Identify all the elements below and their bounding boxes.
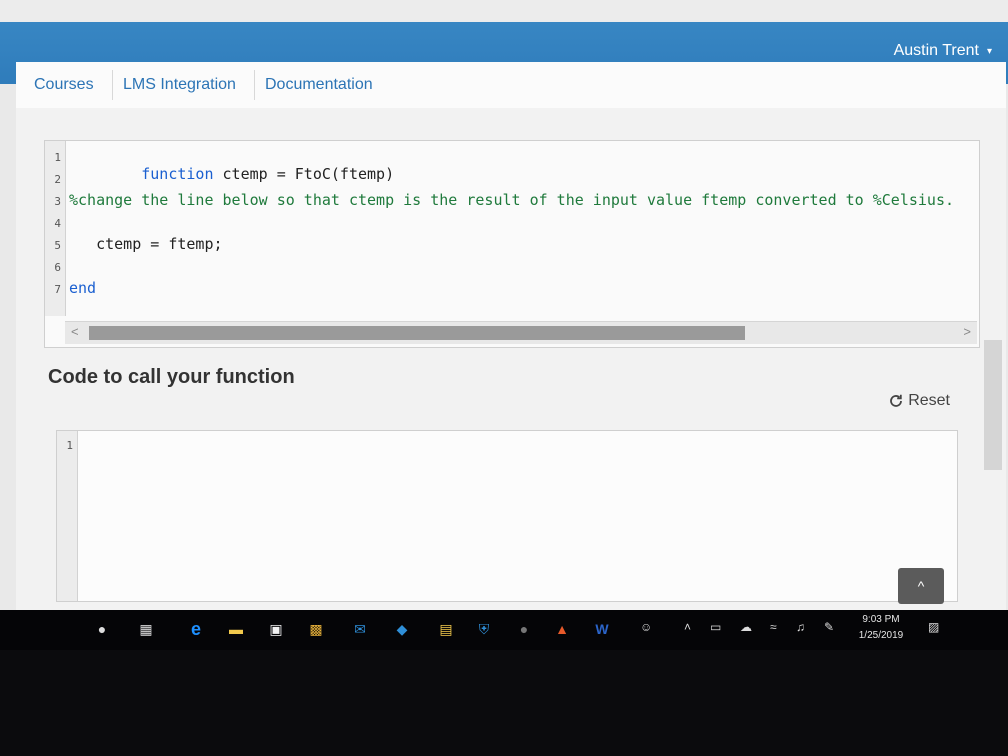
nav-bar: Courses LMS Integration Documentation — [16, 62, 1006, 109]
volume-icon[interactable]: ♫ — [796, 620, 805, 634]
mail-icon[interactable]: ✉ — [350, 620, 370, 638]
microphone-icon[interactable]: ● — [92, 620, 112, 638]
task-view-icon[interactable]: ▦ — [136, 620, 156, 638]
section-title: Code to call your function — [48, 366, 295, 388]
reset-button[interactable]: Reset — [888, 392, 950, 410]
app-icon[interactable]: ◆ — [392, 620, 412, 638]
system-clock[interactable]: 9:03 PM 1/25/2019 — [846, 612, 916, 644]
tab-lms-integration[interactable]: LMS Integration — [112, 70, 246, 100]
main-content: 1 function ctemp = FtoC(ftemp) 2 3 %chan… — [16, 108, 1006, 618]
tab-courses[interactable]: Courses — [24, 70, 104, 100]
user-name: Austin Trent — [893, 42, 979, 59]
monitor-bezel — [0, 650, 1008, 756]
reset-label: Reset — [908, 392, 950, 409]
folder-icon[interactable]: ▩ — [306, 620, 326, 638]
store-icon[interactable]: ▣ — [266, 620, 286, 638]
scroll-to-top-button[interactable]: ^ — [898, 568, 944, 604]
notifications-icon[interactable]: ▨ — [928, 620, 939, 634]
code-line-5[interactable]: ctemp = ftemp; — [69, 235, 222, 253]
chevron-up-icon[interactable]: ˄ — [684, 620, 691, 634]
code-text: ctemp = FtoC(ftemp) — [222, 165, 395, 183]
line-number: 4 — [54, 217, 61, 230]
media-icon[interactable]: ● — [514, 620, 534, 638]
line-number: 6 — [54, 261, 61, 274]
shield-icon[interactable]: ⛨ — [474, 620, 494, 638]
people-icon[interactable]: ☺ — [640, 620, 652, 634]
clock-date: 1/25/2019 — [858, 630, 904, 641]
tab-documentation[interactable]: Documentation — [254, 70, 383, 100]
cloud-icon[interactable]: ☁ — [740, 620, 752, 634]
horizontal-scrollbar[interactable]: < > — [65, 321, 977, 344]
address-strip — [0, 0, 1008, 22]
battery-icon[interactable]: ▭ — [710, 620, 721, 634]
line-number: 5 — [54, 239, 61, 252]
keyword-function: function — [141, 165, 214, 183]
line-number: 7 — [54, 283, 61, 296]
reset-icon — [890, 394, 903, 407]
clock-time: 9:03 PM — [862, 614, 900, 625]
line-number: 1 — [54, 151, 61, 164]
word-icon[interactable]: W — [592, 620, 612, 638]
function-editor[interactable]: 1 function ctemp = FtoC(ftemp) 2 3 %chan… — [44, 140, 980, 348]
line-number: 1 — [66, 439, 73, 452]
scrollbar-thumb[interactable] — [89, 326, 745, 340]
wifi-icon[interactable]: ≈ — [770, 620, 777, 634]
scroll-left-icon[interactable]: < — [71, 324, 79, 339]
code-line-3-comment[interactable]: %change the line below so that ctemp is … — [69, 191, 954, 209]
code-line-7-end[interactable]: end — [69, 279, 96, 297]
user-menu[interactable]: Austin Trent ▾ — [894, 42, 992, 60]
call-code-editor[interactable]: 1 — [56, 430, 958, 602]
chevron-down-icon: ▾ — [986, 45, 992, 57]
line-number: 3 — [54, 195, 61, 208]
file-explorer-icon[interactable]: ▬ — [226, 620, 246, 638]
documents-icon[interactable]: ▤ — [436, 620, 456, 638]
edge-browser-icon[interactable]: e — [186, 619, 206, 639]
matlab-icon[interactable]: ▲ — [552, 620, 572, 638]
browser-screen: Austin Trent ▾ Courses LMS Integration D… — [0, 0, 1008, 640]
pen-icon[interactable]: ✎ — [824, 620, 834, 634]
page-scrollbar[interactable] — [984, 340, 1002, 470]
line-gutter — [57, 431, 78, 601]
line-number: 2 — [54, 173, 61, 186]
scroll-right-icon[interactable]: > — [963, 324, 971, 339]
